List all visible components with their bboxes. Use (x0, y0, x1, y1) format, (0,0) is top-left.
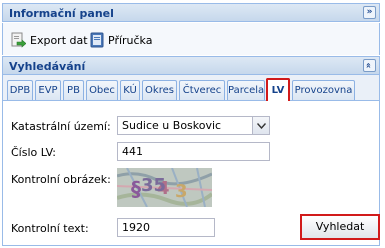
captcha-image: § 4 3 35 (117, 168, 212, 207)
svg-text:§: § (131, 177, 141, 201)
lv-number-value: 441 (122, 145, 143, 158)
manual-label: Příručka (108, 33, 153, 47)
info-panel-header: Informační panel » (2, 3, 380, 22)
double-chevron-up-icon: » (364, 62, 374, 69)
control-text-input[interactable]: 1920 (117, 218, 215, 237)
cadastral-area-value: Sudice u Boskovic (122, 119, 222, 132)
cadastral-area-select[interactable]: Sudice u Boskovic (117, 116, 270, 135)
search-tabs: DPB EVP PB Obec KÚ Okres Čtverec Parcela… (2, 75, 380, 101)
tab-lv[interactable]: LV (266, 78, 290, 101)
dropdown-trigger[interactable] (252, 117, 269, 134)
control-text-value: 1920 (122, 221, 150, 234)
lv-search-form: Katastrální území: Sudice u Boskovic Čís… (2, 101, 380, 246)
tab-obec[interactable]: Obec (86, 80, 118, 100)
lv-number-input[interactable]: 441 (117, 142, 270, 161)
info-panel-collapse-button[interactable]: » (363, 6, 376, 19)
info-toolbar: Export dat Příručka (2, 23, 380, 55)
tab-ku[interactable]: KÚ (120, 80, 140, 100)
svg-text:3: 3 (175, 181, 188, 202)
tab-pb[interactable]: PB (63, 80, 84, 100)
tab-provozovna[interactable]: Provozovna (292, 80, 355, 100)
captcha-label: Kontrolní obrázek: (11, 173, 111, 186)
tab-evp[interactable]: EVP (35, 80, 61, 100)
search-panel-collapse-button[interactable]: » (363, 59, 376, 72)
double-chevron-right-icon: » (366, 7, 373, 17)
search-panel-title: Vyhledávání (9, 60, 86, 73)
lv-number-label: Číslo LV: (11, 146, 57, 159)
control-text-label: Kontrolní text: (11, 222, 89, 235)
tab-okres[interactable]: Okres (142, 80, 177, 100)
chevron-down-icon (256, 122, 266, 129)
captcha-text: 35 (141, 175, 167, 196)
export-icon (11, 32, 26, 48)
manual-button[interactable]: Příručka (90, 32, 152, 48)
search-panel-header: Vyhledávání » (2, 56, 380, 75)
tab-ctverec[interactable]: Čtverec (179, 80, 225, 100)
info-panel-title: Informační panel (9, 7, 114, 20)
book-icon (90, 32, 104, 48)
tab-parcela[interactable]: Parcela (227, 80, 265, 100)
export-data-button[interactable]: Export dat (10, 32, 88, 48)
cadastral-area-label: Katastrální území: (11, 120, 111, 133)
tab-dpb[interactable]: DPB (7, 80, 33, 100)
export-data-label: Export dat (30, 33, 88, 47)
search-button[interactable]: Vyhledat (300, 214, 380, 240)
